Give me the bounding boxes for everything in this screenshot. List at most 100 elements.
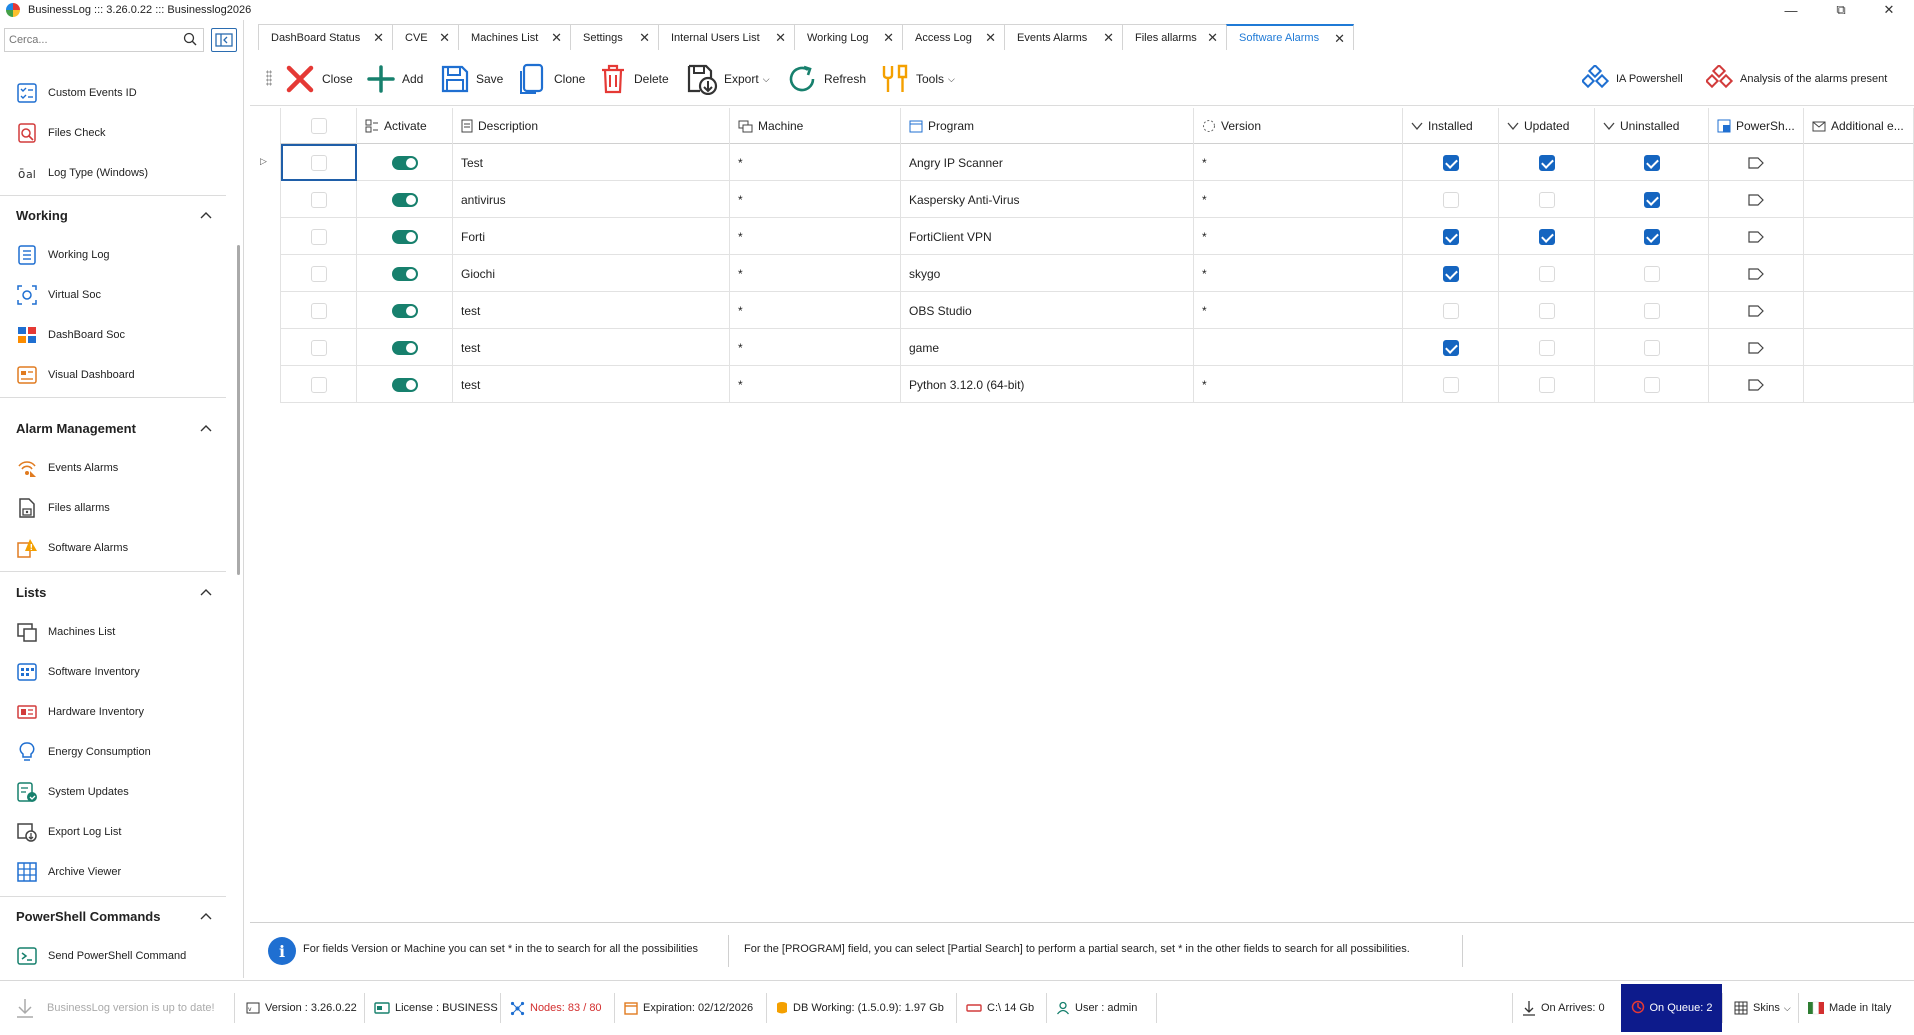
powershell-cell[interactable] [1709, 329, 1804, 366]
add-button[interactable]: Add [366, 60, 423, 98]
uninstalled-checkbox[interactable] [1643, 191, 1660, 208]
activate-cell[interactable] [357, 366, 453, 403]
chevron-up-icon[interactable] [198, 207, 214, 223]
updated-cell[interactable] [1499, 329, 1595, 366]
column-header-activate[interactable]: Activate [357, 108, 453, 144]
description-cell[interactable]: Forti [453, 218, 730, 255]
expand-row-icon[interactable]: ▷ [260, 156, 267, 167]
table-row[interactable]: test * Python 3.12.0 (64-bit) * [280, 366, 1914, 403]
sidebar-scrollbar[interactable] [237, 245, 240, 575]
close-icon[interactable]: ✕ [775, 31, 786, 44]
powershell-cell[interactable] [1709, 144, 1804, 181]
sidebar-item-working-log[interactable]: Working Log [14, 242, 224, 268]
installed-cell[interactable] [1403, 292, 1499, 329]
program-cell[interactable]: Angry IP Scanner [901, 144, 1194, 181]
sidebar-item-visual-dashboard[interactable]: Visual Dashboard [14, 362, 224, 388]
updated-cell[interactable] [1499, 181, 1595, 218]
tab-files-allarms[interactable]: Files allarms ✕ [1122, 24, 1226, 50]
installed-checkbox[interactable] [1442, 191, 1459, 208]
sidebar-item-virtual-soc[interactable]: Virtual Soc [14, 282, 224, 308]
updated-cell[interactable] [1499, 366, 1595, 403]
close-icon[interactable]: ✕ [985, 31, 996, 44]
uninstalled-cell[interactable] [1595, 181, 1709, 218]
installed-cell[interactable] [1403, 144, 1499, 181]
uninstalled-cell[interactable] [1595, 329, 1709, 366]
tab-software-alarms[interactable]: Software Alarms ✕ [1226, 24, 1354, 50]
row-select-checkbox[interactable] [310, 339, 327, 356]
row-select-cell[interactable] [281, 292, 357, 329]
version-cell[interactable]: * [1194, 292, 1403, 329]
row-select-checkbox[interactable] [310, 228, 327, 245]
close-icon[interactable]: ✕ [1334, 32, 1345, 45]
activate-toggle[interactable] [391, 303, 418, 318]
analysis-alarms-button[interactable]: Analysis of the alarms present [1706, 60, 1887, 98]
activate-toggle[interactable] [391, 192, 418, 207]
row-select-cell[interactable] [281, 329, 357, 366]
close-button[interactable]: Close [284, 60, 353, 98]
powershell-script-icon[interactable] [1748, 341, 1764, 354]
installed-cell[interactable] [1403, 329, 1499, 366]
powershell-cell[interactable] [1709, 292, 1804, 329]
activate-toggle[interactable] [391, 155, 418, 170]
installed-cell[interactable] [1403, 366, 1499, 403]
sidebar-item-software-inventory[interactable]: Software Inventory [14, 659, 224, 685]
description-cell[interactable]: test [453, 292, 730, 329]
program-cell[interactable]: Kaspersky Anti-Virus [901, 181, 1194, 218]
updated-cell[interactable] [1499, 144, 1595, 181]
uninstalled-checkbox[interactable] [1643, 376, 1660, 393]
search-input[interactable] [9, 30, 179, 50]
sidebar-item-export-log-list[interactable]: Export Log List [14, 819, 224, 845]
machine-cell[interactable]: * [730, 255, 901, 292]
chevron-up-icon[interactable] [198, 584, 214, 600]
sidebar-item-dashboard-soc[interactable]: DashBoard Soc [14, 322, 224, 348]
chevron-up-icon[interactable] [198, 908, 214, 924]
restore-button[interactable]: ⧉ [1818, 0, 1864, 20]
activate-toggle[interactable] [391, 266, 418, 281]
version-cell[interactable]: * [1194, 181, 1403, 218]
activate-cell[interactable] [357, 329, 453, 366]
powershell-cell[interactable] [1709, 255, 1804, 292]
tab-settings[interactable]: Settings ✕ [570, 24, 658, 50]
sidebar-item-software-alarms[interactable]: ! Software Alarms [14, 535, 224, 561]
additional-cell[interactable] [1804, 255, 1914, 292]
additional-cell[interactable] [1804, 329, 1914, 366]
close-icon[interactable]: ✕ [883, 31, 894, 44]
uninstalled-checkbox[interactable] [1643, 265, 1660, 282]
updated-checkbox[interactable] [1538, 265, 1555, 282]
activate-cell[interactable] [357, 292, 453, 329]
table-row[interactable]: Test * Angry IP Scanner * [280, 144, 1914, 181]
uninstalled-checkbox[interactable] [1643, 339, 1660, 356]
ia-powershell-button[interactable]: IA Powershell [1582, 60, 1683, 98]
sidebar-item-files-check[interactable]: Files Check [14, 120, 224, 146]
row-select-checkbox[interactable] [310, 376, 327, 393]
activate-cell[interactable] [357, 181, 453, 218]
installed-cell[interactable] [1403, 181, 1499, 218]
updated-checkbox[interactable] [1538, 302, 1555, 319]
table-row[interactable]: test * game [280, 329, 1914, 366]
machine-cell[interactable]: * [730, 329, 901, 366]
activate-cell[interactable] [357, 218, 453, 255]
column-header-machine[interactable]: Machine [730, 108, 901, 144]
row-select-checkbox[interactable] [310, 302, 327, 319]
close-icon[interactable]: ✕ [639, 31, 650, 44]
machine-cell[interactable]: * [730, 181, 901, 218]
save-button[interactable]: Save [440, 60, 503, 98]
sidebar-item-custom-events-id[interactable]: Custom Events ID [14, 80, 224, 106]
table-row[interactable]: Giochi * skygo * [280, 255, 1914, 292]
clone-button[interactable]: Clone [518, 60, 585, 98]
powershell-script-icon[interactable] [1748, 267, 1764, 280]
sidebar-item-log-type[interactable]: ō al Log Type (Windows) [14, 160, 224, 186]
powershell-cell[interactable] [1709, 181, 1804, 218]
sidebar-item-events-alarms[interactable]: Events Alarms [14, 455, 224, 481]
skins-button[interactable]: Skins ⌵ [1734, 999, 1791, 1017]
updated-checkbox[interactable] [1538, 191, 1555, 208]
updated-checkbox[interactable] [1538, 376, 1555, 393]
version-cell[interactable]: * [1194, 366, 1403, 403]
activate-toggle[interactable] [391, 229, 418, 244]
sidebar-item-hardware-inventory[interactable]: Hardware Inventory [14, 699, 224, 725]
installed-checkbox[interactable] [1442, 154, 1459, 171]
uninstalled-cell[interactable] [1595, 255, 1709, 292]
chevron-up-icon[interactable] [198, 420, 214, 436]
table-row[interactable]: test * OBS Studio * [280, 292, 1914, 329]
search-icon[interactable] [183, 32, 197, 49]
